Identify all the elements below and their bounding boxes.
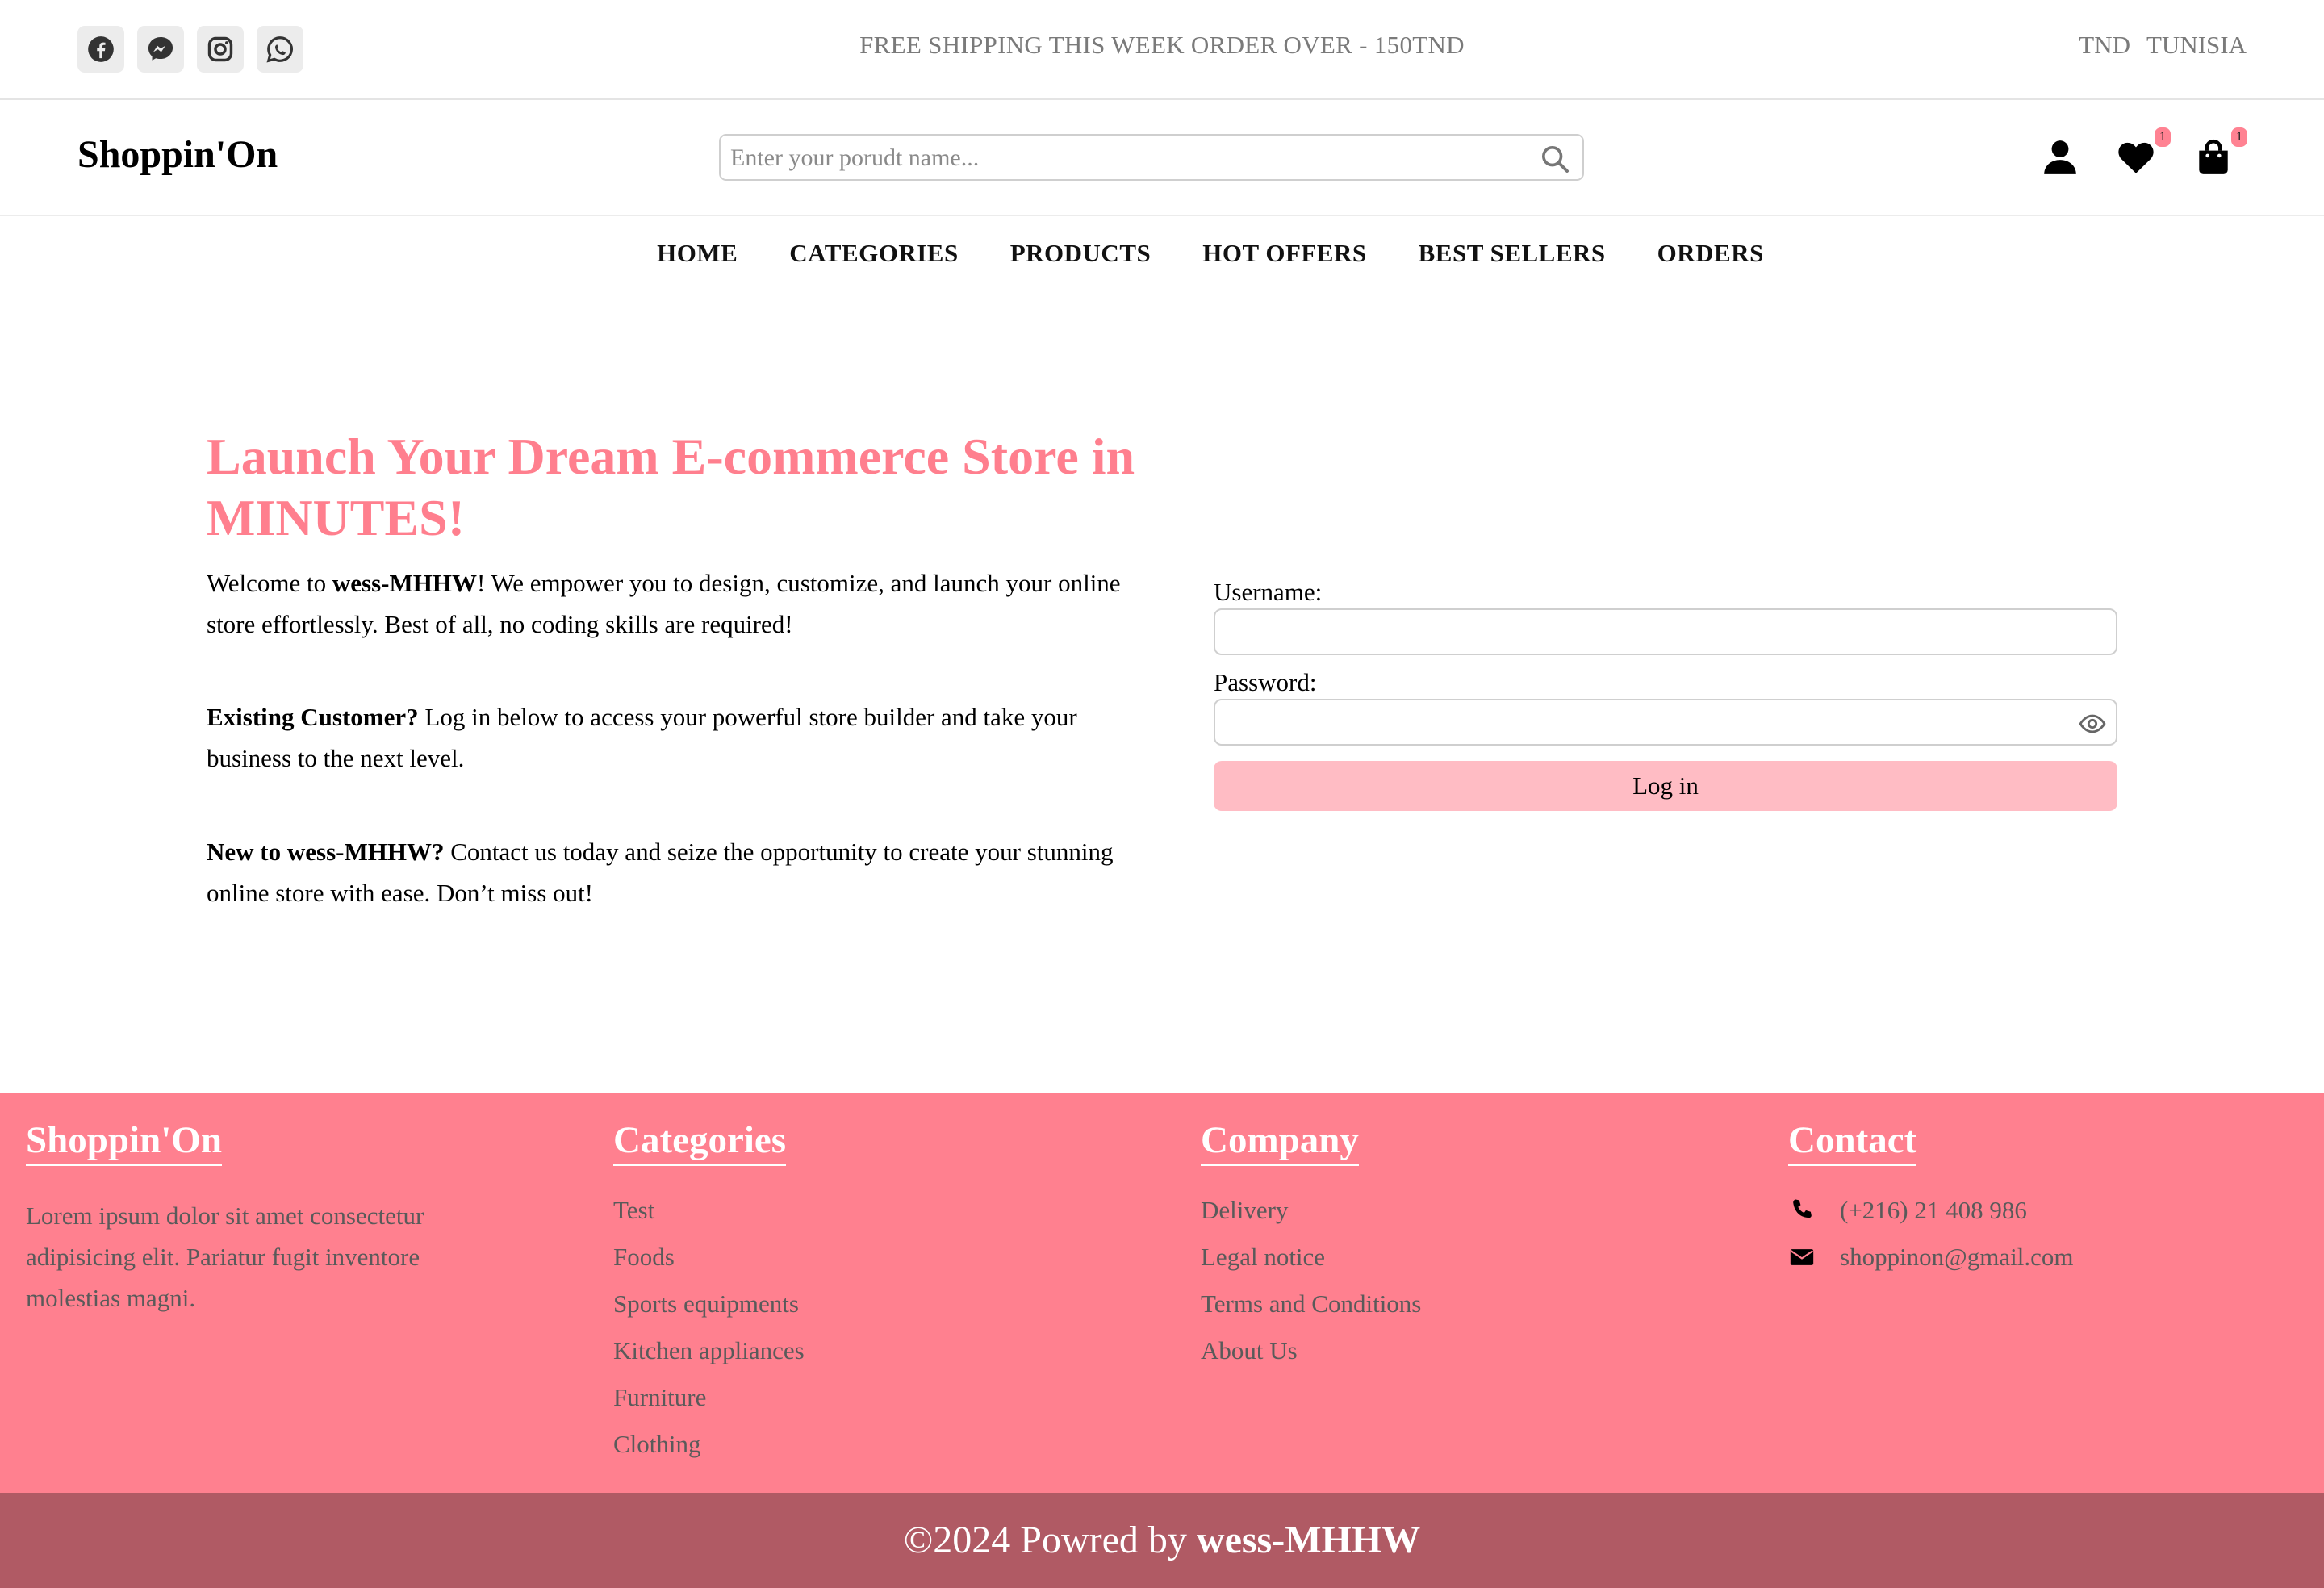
header: Shoppin'On 1 1 bbox=[0, 100, 2324, 216]
top-bar: FREE SHIPPING THIS WEEK ORDER OVER - 150… bbox=[0, 0, 2324, 100]
contact-phone[interactable]: (+216) 21 408 986 bbox=[1840, 1187, 2027, 1234]
nav-categories[interactable]: CATEGORIES bbox=[789, 239, 958, 268]
footer-brand-text: Lorem ipsum dolor sit amet consectetur a… bbox=[26, 1201, 424, 1312]
locale-selector[interactable]: TND TUNISIA bbox=[2079, 31, 2247, 60]
copyright-bar: ©2024 Powred by wess-MHHW bbox=[0, 1493, 2324, 1588]
footer-brand-column: Shoppin'On Lorem ipsum dolor sit amet co… bbox=[26, 1118, 478, 1318]
footer-category-test[interactable]: Test bbox=[613, 1187, 805, 1234]
welcome-brand: wess-MHHW bbox=[332, 569, 477, 597]
footer-categories-heading: Categories bbox=[613, 1118, 787, 1166]
contact-phone-row[interactable]: (+216) 21 408 986 bbox=[1788, 1187, 2073, 1234]
phone-icon bbox=[1793, 1199, 1812, 1218]
wishlist-badge: 1 bbox=[2155, 127, 2171, 147]
footer-contact-column: Contact (+216) 21 408 986 shoppinon@gmai… bbox=[1788, 1118, 2073, 1281]
nav-products[interactable]: PRODUCTS bbox=[1010, 239, 1152, 268]
footer-link-legal-notice[interactable]: Legal notice bbox=[1201, 1234, 1421, 1281]
welcome-paragraph: Welcome to wess-MHHW! We empower you to … bbox=[207, 562, 1126, 645]
password-field bbox=[1214, 699, 2117, 746]
nav-hot-offers[interactable]: HOT OFFERS bbox=[1202, 239, 1366, 268]
existing-customer-heading: Existing Customer? bbox=[207, 703, 419, 731]
main-nav: HOME CATEGORIES PRODUCTS HOT OFFERS BEST… bbox=[0, 239, 2324, 268]
username-input[interactable] bbox=[1225, 615, 2067, 650]
footer-brand-heading: Shoppin'On bbox=[26, 1118, 223, 1166]
shipping-banner: FREE SHIPPING THIS WEEK ORDER OVER - 150… bbox=[859, 31, 1465, 59]
contact-email-row[interactable]: shoppinon@gmail.com bbox=[1788, 1234, 2073, 1281]
copyright-text: ©2024 Powred by bbox=[903, 1519, 1197, 1561]
nav-best-sellers[interactable]: BEST SELLERS bbox=[1419, 239, 1606, 268]
footer-category-clothing[interactable]: Clothing bbox=[613, 1421, 805, 1468]
shopping-bag-icon[interactable] bbox=[2193, 137, 2234, 178]
search-box bbox=[719, 134, 1584, 181]
footer-company-list: Delivery Legal notice Terms and Conditio… bbox=[1201, 1187, 1421, 1374]
currency-label[interactable]: TND bbox=[2079, 31, 2130, 60]
contact-email[interactable]: shoppinon@gmail.com bbox=[1840, 1234, 2073, 1281]
heart-icon[interactable] bbox=[2116, 137, 2156, 178]
country-label[interactable]: TUNISIA bbox=[2146, 31, 2247, 60]
footer-company-heading: Company bbox=[1201, 1118, 1359, 1166]
footer-link-terms[interactable]: Terms and Conditions bbox=[1201, 1281, 1421, 1327]
footer-company-column: Company Delivery Legal notice Terms and … bbox=[1201, 1118, 1421, 1374]
existing-customer-paragraph: Existing Customer? Log in below to acces… bbox=[207, 696, 1126, 779]
search-input[interactable] bbox=[729, 140, 1531, 176]
password-label: Password: bbox=[1214, 668, 1317, 696]
login-button[interactable]: Log in bbox=[1214, 761, 2117, 811]
envelope-icon bbox=[1790, 1249, 1814, 1265]
footer-link-delivery[interactable]: Delivery bbox=[1201, 1187, 1421, 1234]
hero-title: Launch Your Dream E-commerce Store in MI… bbox=[207, 428, 1135, 546]
password-input[interactable] bbox=[1225, 705, 2067, 741]
footer-categories-column: Categories Test Foods Sports equipments … bbox=[613, 1118, 805, 1468]
footer-contact-heading: Contact bbox=[1788, 1118, 1917, 1166]
footer-category-sports[interactable]: Sports equipments bbox=[613, 1281, 805, 1327]
username-label: Username: bbox=[1214, 578, 1323, 606]
new-customer-paragraph: New to wess-MHHW? Contact us today and s… bbox=[207, 831, 1126, 913]
footer-category-kitchen[interactable]: Kitchen appliances bbox=[613, 1327, 805, 1374]
eye-icon[interactable] bbox=[2079, 710, 2106, 738]
footer-link-about[interactable]: About Us bbox=[1201, 1327, 1421, 1374]
copyright-brand: wess-MHHW bbox=[1196, 1519, 1421, 1561]
cart-badge: 1 bbox=[2231, 127, 2247, 147]
search-icon[interactable] bbox=[1539, 143, 1571, 175]
username-field bbox=[1214, 608, 2117, 655]
footer-contact-list: (+216) 21 408 986 shoppinon@gmail.com bbox=[1788, 1187, 2073, 1281]
new-customer-heading: New to wess-MHHW? bbox=[207, 838, 445, 866]
site-logo[interactable]: Shoppin'On bbox=[77, 132, 278, 177]
footer-categories-list: Test Foods Sports equipments Kitchen app… bbox=[613, 1187, 805, 1468]
footer-category-furniture[interactable]: Furniture bbox=[613, 1374, 805, 1421]
footer-category-foods[interactable]: Foods bbox=[613, 1234, 805, 1281]
user-icon[interactable] bbox=[2040, 137, 2080, 178]
footer: Shoppin'On Lorem ipsum dolor sit amet co… bbox=[0, 1093, 2324, 1493]
nav-orders[interactable]: ORDERS bbox=[1657, 239, 1764, 268]
nav-home[interactable]: HOME bbox=[657, 239, 738, 268]
welcome-prefix: Welcome to bbox=[207, 569, 332, 597]
